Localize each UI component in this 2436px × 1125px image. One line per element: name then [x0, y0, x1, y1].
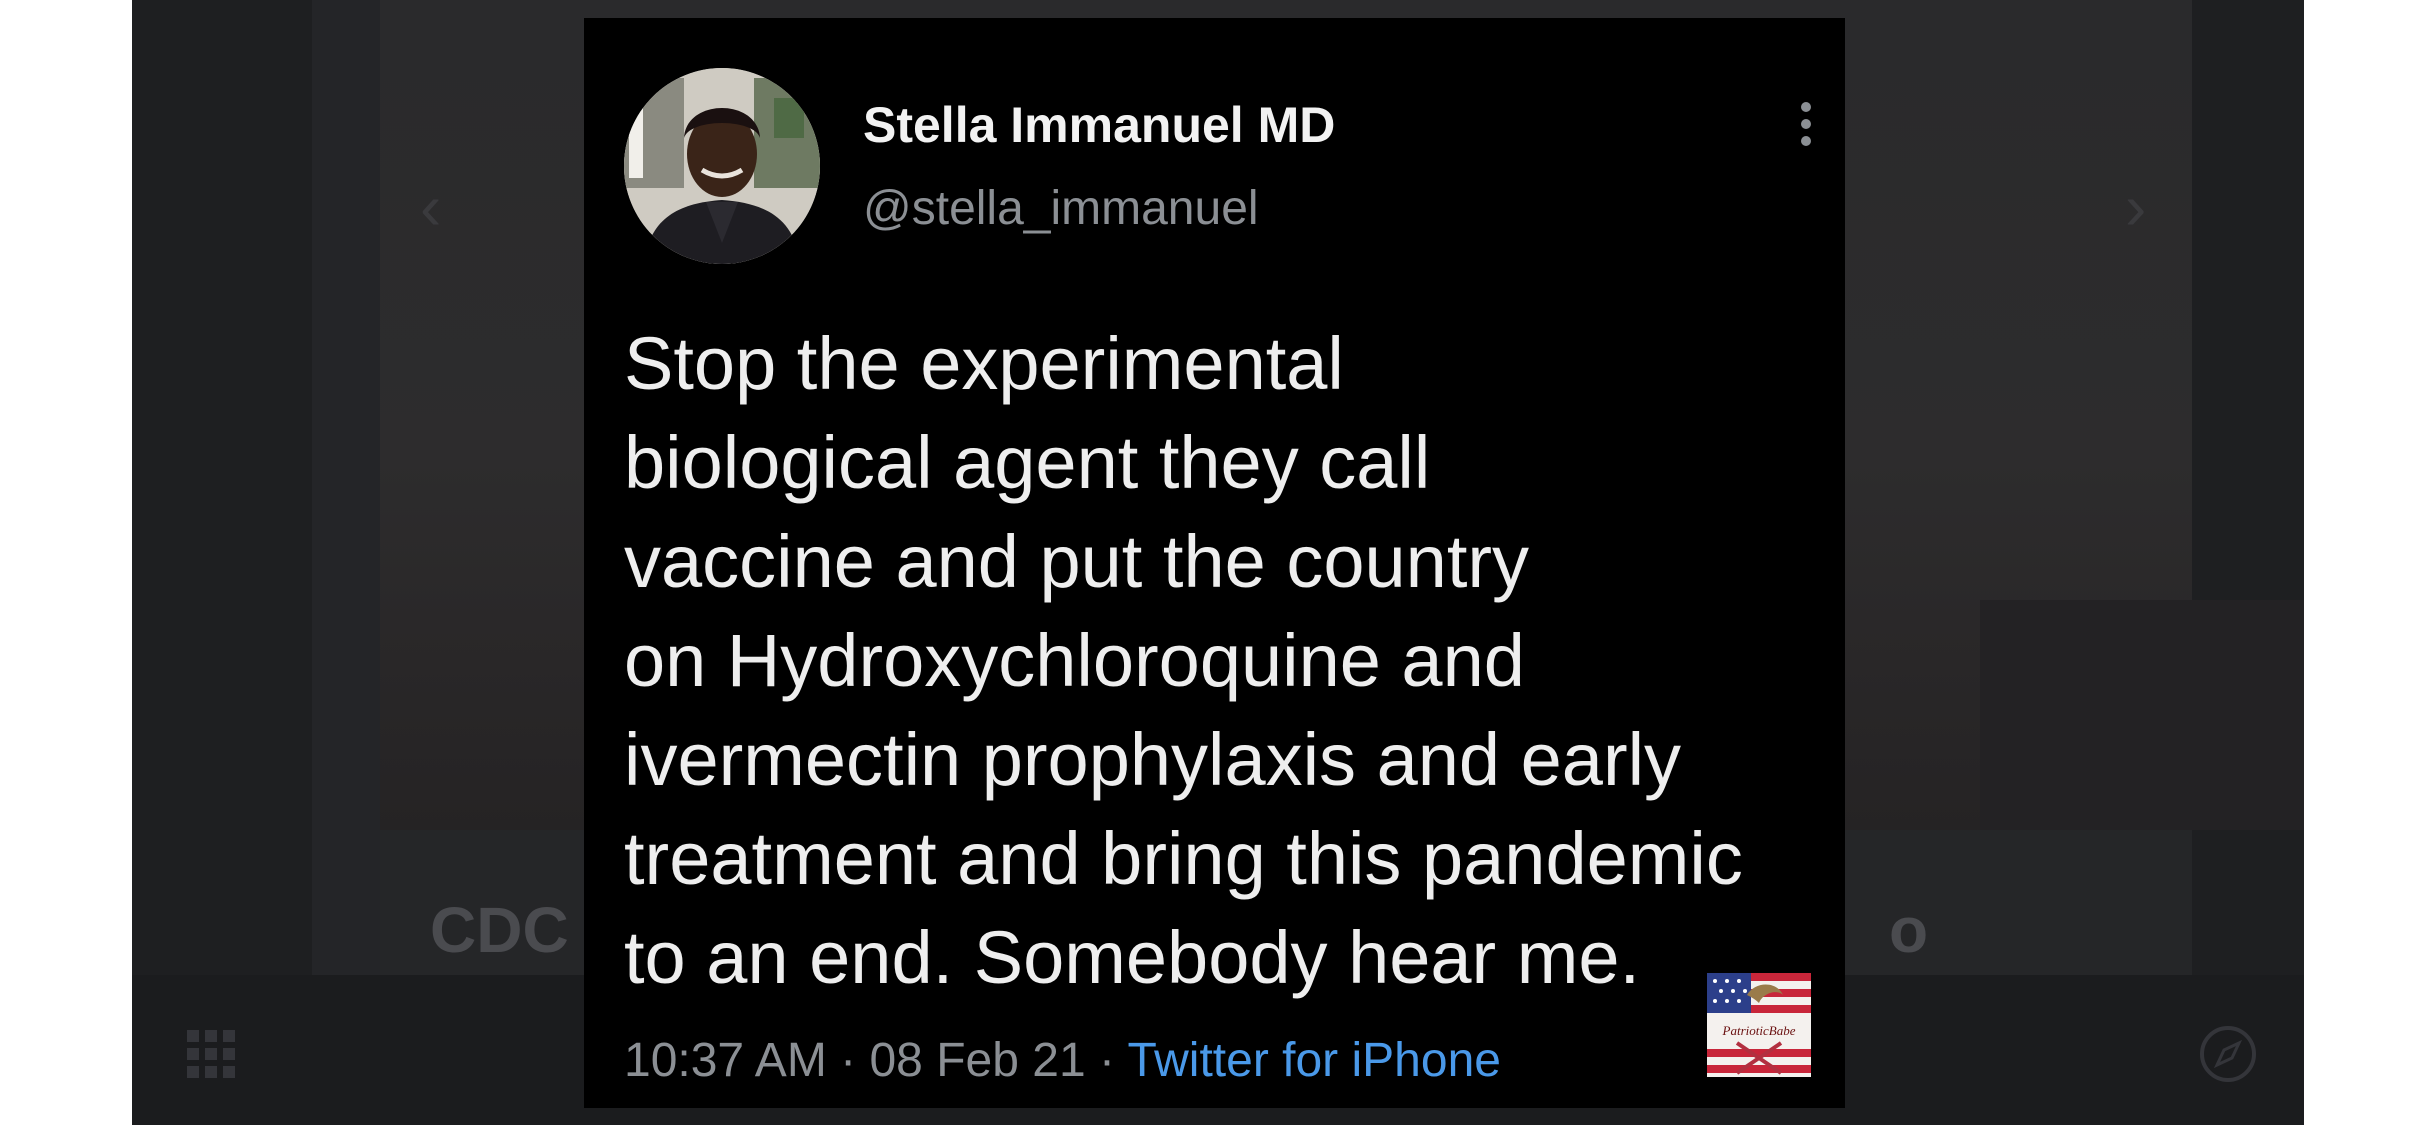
background-headline-left: CDC	[430, 894, 569, 966]
background-headline-right: o	[1889, 894, 1929, 966]
tweet-date: 08 Feb 21	[869, 1034, 1086, 1087]
compass-icon[interactable]	[2199, 1025, 2257, 1083]
tweet-text: Stop the experimental biological agent t…	[624, 322, 1743, 999]
watermark-logo: PatrioticBabe	[1707, 973, 1811, 1077]
avatar[interactable]	[624, 68, 820, 264]
user-handle[interactable]: @stella_immanuel	[863, 181, 1259, 236]
chevron-right-icon[interactable]: ›	[2125, 175, 2146, 239]
more-vertical-icon[interactable]	[1796, 102, 1816, 158]
background-hero-shelf	[1980, 600, 2304, 830]
chevron-left-icon[interactable]: ‹	[420, 175, 441, 239]
avatar-image	[624, 68, 820, 264]
tweet-source-link[interactable]: Twitter for iPhone	[1127, 1034, 1501, 1087]
tweet-time: 10:37 AM	[624, 1034, 827, 1087]
grid-icon[interactable]	[187, 1030, 235, 1078]
meta-separator: ·	[840, 1034, 857, 1087]
tweet-card: Stella Immanuel MD @stella_immanuel Stop…	[584, 18, 1845, 1108]
watermark-text: PatrioticBabe	[1722, 1023, 1796, 1038]
display-name[interactable]: Stella Immanuel MD	[863, 96, 1335, 154]
meta-separator: ·	[1099, 1034, 1115, 1087]
tweet-meta: 10:37 AM · 08 Feb 21 · Twitter for iPhon…	[624, 1033, 1501, 1088]
